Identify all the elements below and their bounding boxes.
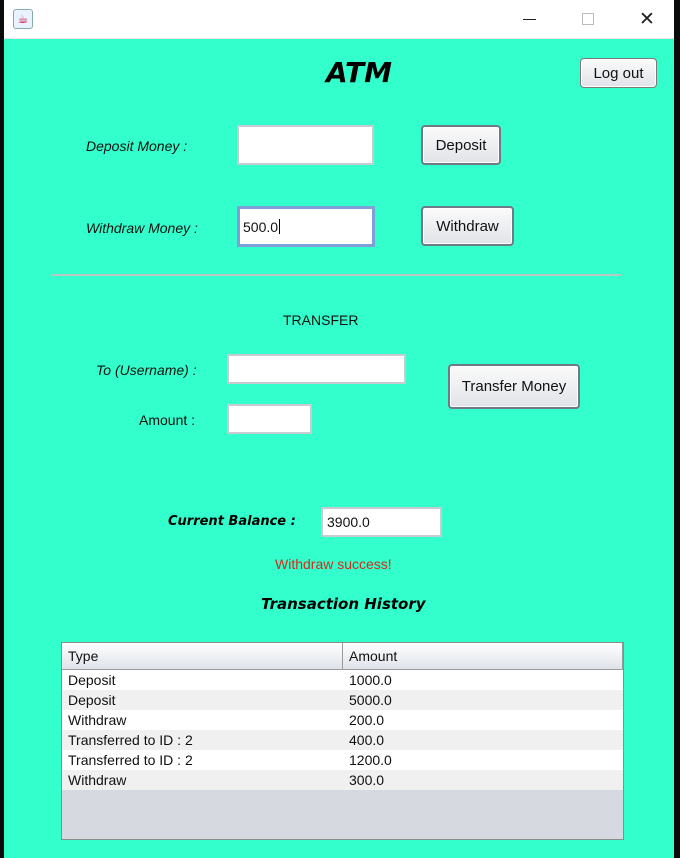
close-icon: ✕ — [639, 7, 655, 30]
minimize-button[interactable] — [500, 0, 558, 38]
transfer-section-title: TRANSFER — [283, 312, 359, 328]
maximize-button[interactable] — [559, 0, 617, 38]
table-header: Type Amount — [62, 643, 623, 670]
java-coffee-icon: ☕ — [13, 9, 33, 29]
table-row[interactable]: Withdraw 200.0 — [62, 710, 623, 730]
cell-amount: 200.0 — [349, 712, 385, 728]
deposit-input[interactable] — [237, 125, 374, 165]
cell-amount: 300.0 — [349, 772, 385, 788]
withdraw-label: Withdraw Money : — [86, 220, 198, 236]
table-row[interactable]: Withdraw 300.0 — [62, 770, 623, 790]
current-balance-label: Current Balance : — [168, 514, 296, 529]
table-row[interactable]: Transferred to ID : 2 400.0 — [62, 730, 623, 750]
withdraw-button[interactable]: Withdraw — [421, 206, 514, 246]
current-balance-field: 3900.0 — [321, 507, 442, 537]
cell-type: Deposit — [68, 692, 116, 708]
transfer-money-button[interactable]: Transfer Money — [448, 364, 580, 409]
page-title: ATM — [326, 56, 392, 89]
transaction-history-table[interactable]: Type Amount Deposit 1000.0 Deposit 5000.… — [61, 642, 624, 840]
cell-amount: 400.0 — [349, 732, 385, 748]
withdraw-input-value: 500.0 — [243, 218, 279, 235]
transaction-history-title: Transaction History — [261, 595, 426, 613]
cell-amount: 5000.0 — [349, 692, 392, 708]
minimize-icon — [522, 18, 536, 20]
cell-amount: 1200.0 — [349, 752, 392, 768]
table-row[interactable]: Deposit 1000.0 — [62, 670, 623, 690]
deposit-label: Deposit Money : — [86, 138, 188, 154]
text-caret — [279, 219, 281, 234]
cell-type: Deposit — [68, 672, 116, 688]
atm-window: ☕ ✕ ATM Log out Deposit Money : Deposit … — [4, 0, 674, 858]
transfer-to-label: To (Username) : — [96, 362, 197, 378]
close-button[interactable]: ✕ — [618, 0, 676, 38]
maximize-icon — [582, 13, 594, 25]
cell-type: Withdraw — [68, 772, 127, 788]
column-header-type[interactable]: Type — [62, 643, 343, 669]
table-row[interactable]: Transferred to ID : 2 1200.0 — [62, 750, 623, 770]
transfer-amount-input[interactable] — [227, 404, 312, 434]
cell-type: Transferred to ID : 2 — [68, 752, 193, 768]
cell-type: Transferred to ID : 2 — [68, 732, 193, 748]
title-bar: ☕ ✕ — [4, 0, 674, 39]
transfer-username-input[interactable] — [227, 354, 406, 384]
transfer-amount-label: Amount : — [139, 412, 196, 428]
deposit-button[interactable]: Deposit — [421, 125, 501, 165]
column-header-amount[interactable]: Amount — [343, 643, 623, 669]
cell-amount: 1000.0 — [349, 672, 392, 688]
separator — [51, 274, 621, 276]
table-row[interactable]: Deposit 5000.0 — [62, 690, 623, 710]
cell-type: Withdraw — [68, 712, 127, 728]
withdraw-input[interactable]: 500.0 — [237, 206, 375, 247]
logout-button[interactable]: Log out — [580, 58, 657, 88]
status-message: Withdraw success! — [275, 556, 392, 572]
